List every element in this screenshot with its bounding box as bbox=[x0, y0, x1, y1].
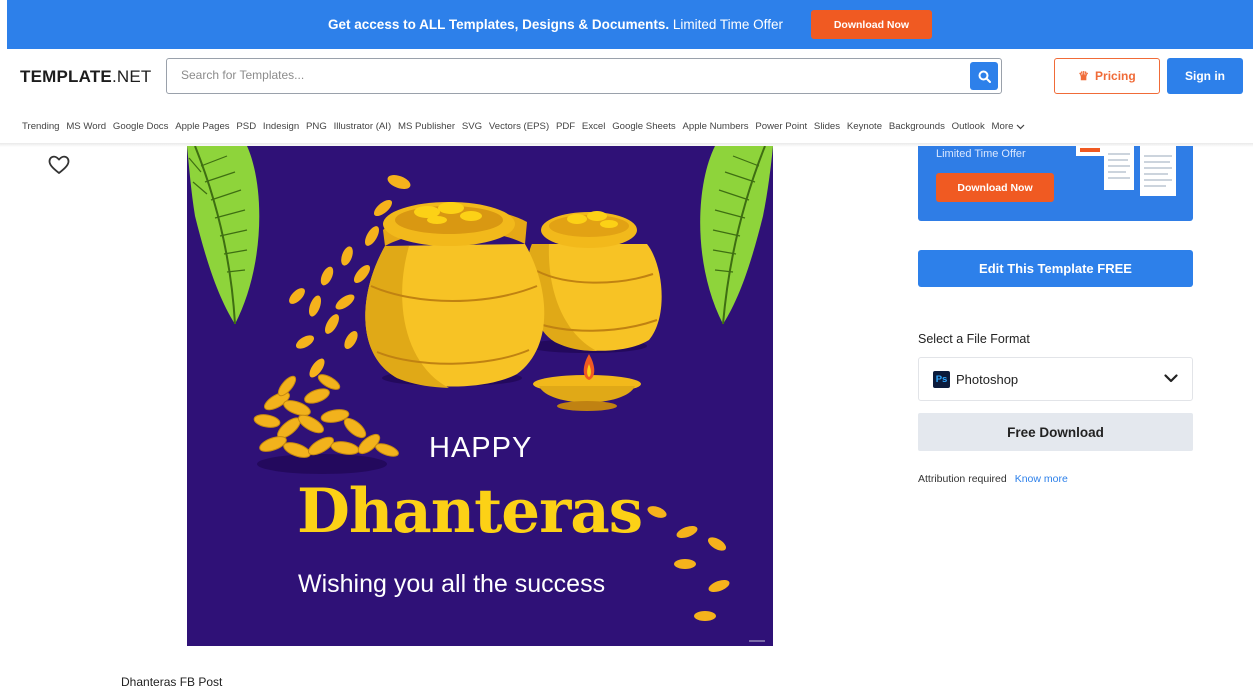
leaf-left bbox=[187, 146, 260, 325]
template-preview-image[interactable]: HAPPY Dhanteras Wishing you all the succ… bbox=[187, 146, 773, 646]
nav-item-psd[interactable]: PSD bbox=[236, 121, 256, 132]
pricing-label: Pricing bbox=[1095, 69, 1136, 83]
gold-coins bbox=[289, 175, 730, 621]
logo-main: TEMPLATE bbox=[20, 67, 112, 86]
nav-item-pdf[interactable]: PDF bbox=[556, 121, 575, 132]
crown-icon: ♛ bbox=[1078, 69, 1090, 83]
nav-item-png[interactable]: PNG bbox=[306, 121, 327, 132]
nav-item-power-point[interactable]: Power Point bbox=[755, 121, 807, 132]
nav-item-vectors[interactable]: Vectors (EPS) bbox=[489, 121, 549, 132]
template-title: Dhanteras FB Post bbox=[121, 675, 223, 689]
nav-item-apple-pages[interactable]: Apple Pages bbox=[175, 121, 229, 132]
edit-template-button[interactable]: Edit This Template FREE bbox=[918, 250, 1193, 287]
file-format-label: Select a File Format bbox=[918, 332, 1030, 346]
sign-in-button[interactable]: Sign in bbox=[1167, 58, 1243, 94]
site-logo[interactable]: TEMPLATE.NET bbox=[20, 67, 151, 87]
search-button[interactable] bbox=[970, 62, 998, 90]
nav-more-button[interactable]: More bbox=[992, 121, 1026, 132]
nav-item-slides[interactable]: Slides bbox=[814, 121, 840, 132]
nav-item-trending[interactable]: Trending bbox=[22, 121, 60, 132]
nav-item-backgrounds[interactable]: Backgrounds bbox=[889, 121, 945, 132]
promo-download-button[interactable]: Download Now bbox=[810, 10, 932, 39]
promo-banner: Get access to ALL Templates, Designs & D… bbox=[7, 0, 1253, 49]
nav-item-ms-word[interactable]: MS Word bbox=[66, 121, 106, 132]
nav-item-illustrator[interactable]: Illustrator (AI) bbox=[334, 121, 392, 132]
nav-item-excel[interactable]: Excel bbox=[582, 121, 605, 132]
category-nav: Trending MS Word Google Docs Apple Pages… bbox=[22, 121, 1032, 132]
coin-pile bbox=[253, 374, 399, 458]
pot-small bbox=[527, 211, 662, 351]
chevron-down-icon bbox=[1016, 124, 1025, 129]
nav-item-indesign[interactable]: Indesign bbox=[263, 121, 299, 132]
nav-item-apple-numbers[interactable]: Apple Numbers bbox=[682, 121, 748, 132]
offer-card: Limited Time Offer Download Now bbox=[918, 146, 1193, 221]
nav-item-ms-publisher[interactable]: MS Publisher bbox=[398, 121, 455, 132]
pricing-button[interactable]: ♛ Pricing bbox=[1054, 58, 1160, 94]
nav-item-keynote[interactable]: Keynote bbox=[847, 121, 882, 132]
search-bar bbox=[166, 58, 1002, 94]
nav-more-label: More bbox=[991, 121, 1014, 132]
file-format-select[interactable]: Ps Photoshop bbox=[918, 357, 1193, 401]
pot-large bbox=[365, 202, 545, 388]
search-icon bbox=[978, 70, 991, 83]
offer-download-button[interactable]: Download Now bbox=[936, 173, 1054, 202]
promo-text-bold: Get access to ALL Templates, Designs & D… bbox=[328, 17, 670, 32]
nav-item-google-sheets[interactable]: Google Sheets bbox=[612, 121, 675, 132]
offer-card-text: Limited Time Offer bbox=[936, 148, 1026, 160]
attribution-text: Attribution required bbox=[918, 473, 1007, 485]
poster-wish-text: Wishing you all the success bbox=[298, 570, 606, 598]
search-input[interactable] bbox=[179, 67, 963, 83]
file-format-value: Photoshop bbox=[956, 372, 1019, 387]
nav-item-google-docs[interactable]: Google Docs bbox=[113, 121, 168, 132]
promo-text-light: Limited Time Offer bbox=[672, 17, 783, 32]
nav-item-svg[interactable]: SVG bbox=[462, 121, 482, 132]
promo-text: Get access to ALL Templates, Designs & D… bbox=[328, 17, 783, 32]
leaf-right bbox=[700, 146, 773, 325]
know-more-link[interactable]: Know more bbox=[1015, 473, 1068, 485]
poster-dhanteras-text: Dhanteras bbox=[297, 476, 643, 547]
diya-lamp bbox=[533, 354, 641, 411]
chevron-down-icon bbox=[1164, 374, 1178, 383]
poster-happy-text: HAPPY bbox=[429, 432, 533, 464]
logo-suffix: .NET bbox=[111, 67, 152, 86]
heart-icon[interactable] bbox=[48, 155, 70, 175]
nav-item-outlook[interactable]: Outlook bbox=[952, 121, 985, 132]
photoshop-icon: Ps bbox=[933, 371, 950, 388]
attribution-note: Attribution required Know more bbox=[918, 473, 1068, 485]
documents-illustration bbox=[1076, 146, 1176, 196]
free-download-button[interactable]: Free Download bbox=[918, 413, 1193, 451]
